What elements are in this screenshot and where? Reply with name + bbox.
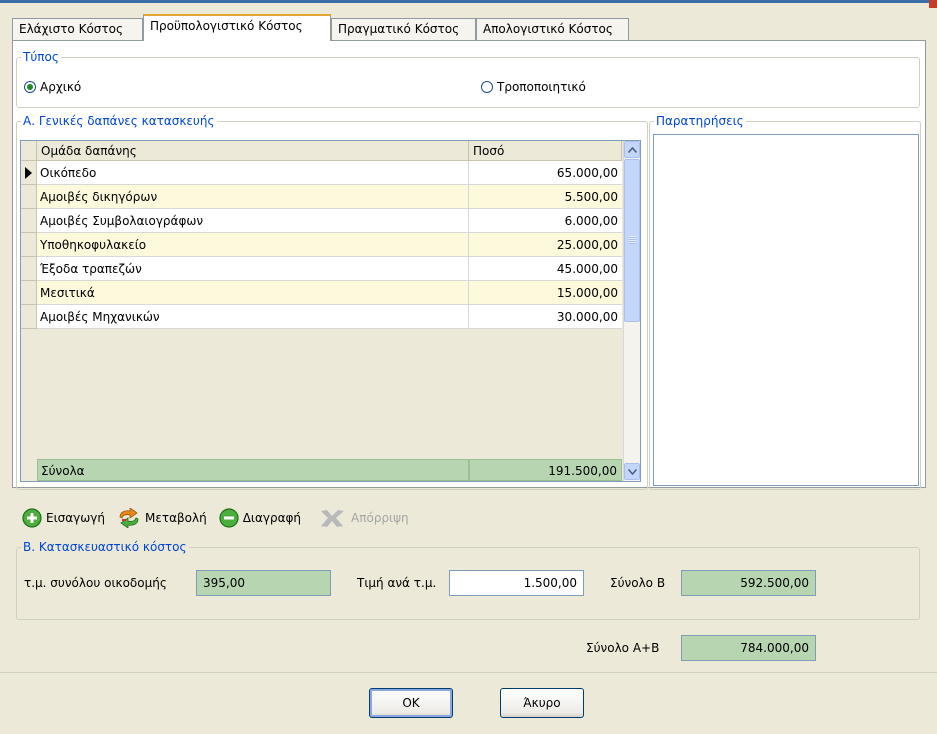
area-label: τ.μ. συνόλου οικοδομής xyxy=(24,576,167,590)
footer-divider xyxy=(0,672,937,673)
tab-minimum-cost[interactable]: Ελάχιστο Κόστος xyxy=(12,18,143,40)
tab-actual-cost[interactable]: Πραγματικό Κόστος xyxy=(331,18,476,40)
row-selector[interactable] xyxy=(21,281,37,305)
totals-row: Σύνολα 191.500,00 xyxy=(21,459,622,481)
grid-header-corner xyxy=(21,141,37,161)
cell-group[interactable]: Υποθηκοφυλακείο xyxy=(37,233,469,257)
scroll-down-button[interactable] xyxy=(624,463,640,480)
row-selector[interactable] xyxy=(21,185,37,209)
radio-initial[interactable]: Αρχικό xyxy=(24,80,81,94)
window-corner-mark xyxy=(929,0,937,8)
cell-amount[interactable]: 65.000,00 xyxy=(469,161,622,185)
table-row[interactable]: Έξοδα τραπεζών 45.000,00 xyxy=(21,257,622,281)
cell-group[interactable]: Αμοιβές δικηγόρων xyxy=(37,185,469,209)
scroll-thumb-grip xyxy=(629,236,636,244)
scroll-up-button[interactable] xyxy=(624,141,640,158)
row-selector[interactable] xyxy=(21,209,37,233)
cell-group[interactable]: Έξοδα τραπεζών xyxy=(37,257,469,281)
totals-row-selector xyxy=(21,459,37,481)
modify-button[interactable]: Μεταβολή xyxy=(117,508,207,528)
table-row[interactable]: Αμοιβές Συμβολαιογράφων 6.000,00 xyxy=(21,209,622,233)
table-row[interactable]: Υποθηκοφυλακείο 25.000,00 xyxy=(21,233,622,257)
type-group-legend: Τύπος xyxy=(23,50,59,64)
title-strip xyxy=(0,0,937,3)
reject-label: Απόρριψη xyxy=(351,511,409,525)
reject-button[interactable]: Απόρριψη xyxy=(317,508,409,528)
row-selector[interactable] xyxy=(21,161,37,185)
cell-group[interactable]: Αμοιβές Συμβολαιογράφων xyxy=(37,209,469,233)
cancel-button[interactable]: Άκυρο xyxy=(500,688,584,718)
cell-amount[interactable]: 15.000,00 xyxy=(469,281,622,305)
column-header-group[interactable]: Ομάδα δαπάνης xyxy=(37,141,469,161)
section-a-legend: Α. Γενικές δαπάνες κατασκευής xyxy=(23,114,215,128)
cell-group[interactable]: Μεσιτικά xyxy=(37,281,469,305)
tab-budget-cost[interactable]: Προϋπολογιστικό Κόστος xyxy=(143,14,331,41)
insert-label: Εισαγωγή xyxy=(46,511,106,525)
price-input[interactable]: 1.500,00 xyxy=(449,570,584,596)
delete-button[interactable]: Διαγραφή xyxy=(219,508,301,528)
reject-x-icon xyxy=(321,510,345,527)
cell-amount[interactable]: 25.000,00 xyxy=(469,233,622,257)
chevron-down-icon xyxy=(627,468,637,475)
total-ab-field: 784.000,00 xyxy=(681,635,816,661)
grid-header: Ομάδα δαπάνης Ποσό xyxy=(21,141,622,161)
section-b-legend: Β. Κατασκευαστικό κόστος xyxy=(23,540,187,554)
expenses-grid[interactable]: Ομάδα δαπάνης Ποσό Οικόπεδο 65.000,00 Αμ… xyxy=(20,140,641,482)
modify-label: Μεταβολή xyxy=(145,511,207,525)
cell-amount[interactable]: 5.500,00 xyxy=(469,185,622,209)
cell-amount[interactable]: 6.000,00 xyxy=(469,209,622,233)
grid-toolbar: Εισαγωγή Μεταβολή Διαγραφή Απόρριψη xyxy=(22,506,409,530)
refresh-arrows-icon xyxy=(119,508,139,528)
scroll-thumb[interactable] xyxy=(624,159,640,322)
type-group: Τύπος xyxy=(16,50,920,108)
row-selector[interactable] xyxy=(21,305,37,329)
table-row[interactable]: Αμοιβές Μηχανικών 30.000,00 xyxy=(21,305,622,329)
table-row[interactable]: Μεσιτικά 15.000,00 xyxy=(21,281,622,305)
row-selector[interactable] xyxy=(21,257,37,281)
table-row[interactable]: Οικόπεδο 65.000,00 xyxy=(21,161,622,185)
radio-dot-unselected[interactable] xyxy=(481,81,493,93)
delete-label: Διαγραφή xyxy=(242,511,302,525)
total-b-label: Σύνολο Β xyxy=(610,576,666,590)
insert-button[interactable]: Εισαγωγή xyxy=(22,508,105,528)
cell-amount[interactable]: 45.000,00 xyxy=(469,257,622,281)
radio-amendment-label: Τροποποιητικό xyxy=(497,80,586,94)
cell-group[interactable]: Οικόπεδο xyxy=(37,161,469,185)
column-header-amount[interactable]: Ποσό xyxy=(469,141,622,161)
radio-dot-selected[interactable] xyxy=(24,81,36,93)
grid-vertical-scrollbar[interactable] xyxy=(623,141,640,481)
radio-amendment[interactable]: Τροποποιητικό xyxy=(481,80,586,94)
cell-group[interactable]: Αμοιβές Μηχανικών xyxy=(37,305,469,329)
totals-amount: 191.500,00 xyxy=(469,459,622,481)
total-b-field: 592.500,00 xyxy=(681,570,816,596)
area-field[interactable]: 395,00 xyxy=(196,570,331,596)
table-row[interactable]: Αμοιβές δικηγόρων 5.500,00 xyxy=(21,185,622,209)
totals-label: Σύνολα xyxy=(37,459,469,481)
tab-final-cost[interactable]: Απολογιστικό Κόστος xyxy=(476,18,629,40)
current-row-arrow-icon xyxy=(25,167,32,179)
notes-textarea[interactable] xyxy=(653,134,919,486)
ok-button[interactable]: OK xyxy=(369,688,453,718)
cell-amount[interactable]: 30.000,00 xyxy=(469,305,622,329)
radio-initial-label: Αρχικό xyxy=(40,80,82,94)
window-top-border xyxy=(0,0,937,8)
price-label: Τιμή ανά τ.μ. xyxy=(357,576,437,590)
notes-legend: Παρατηρήσεις xyxy=(656,114,744,128)
add-circle-icon xyxy=(22,508,42,528)
total-ab-label: Σύνολο Α+Β xyxy=(586,641,660,655)
remove-circle-icon xyxy=(219,508,239,528)
chevron-up-icon xyxy=(627,146,637,153)
row-selector[interactable] xyxy=(21,233,37,257)
